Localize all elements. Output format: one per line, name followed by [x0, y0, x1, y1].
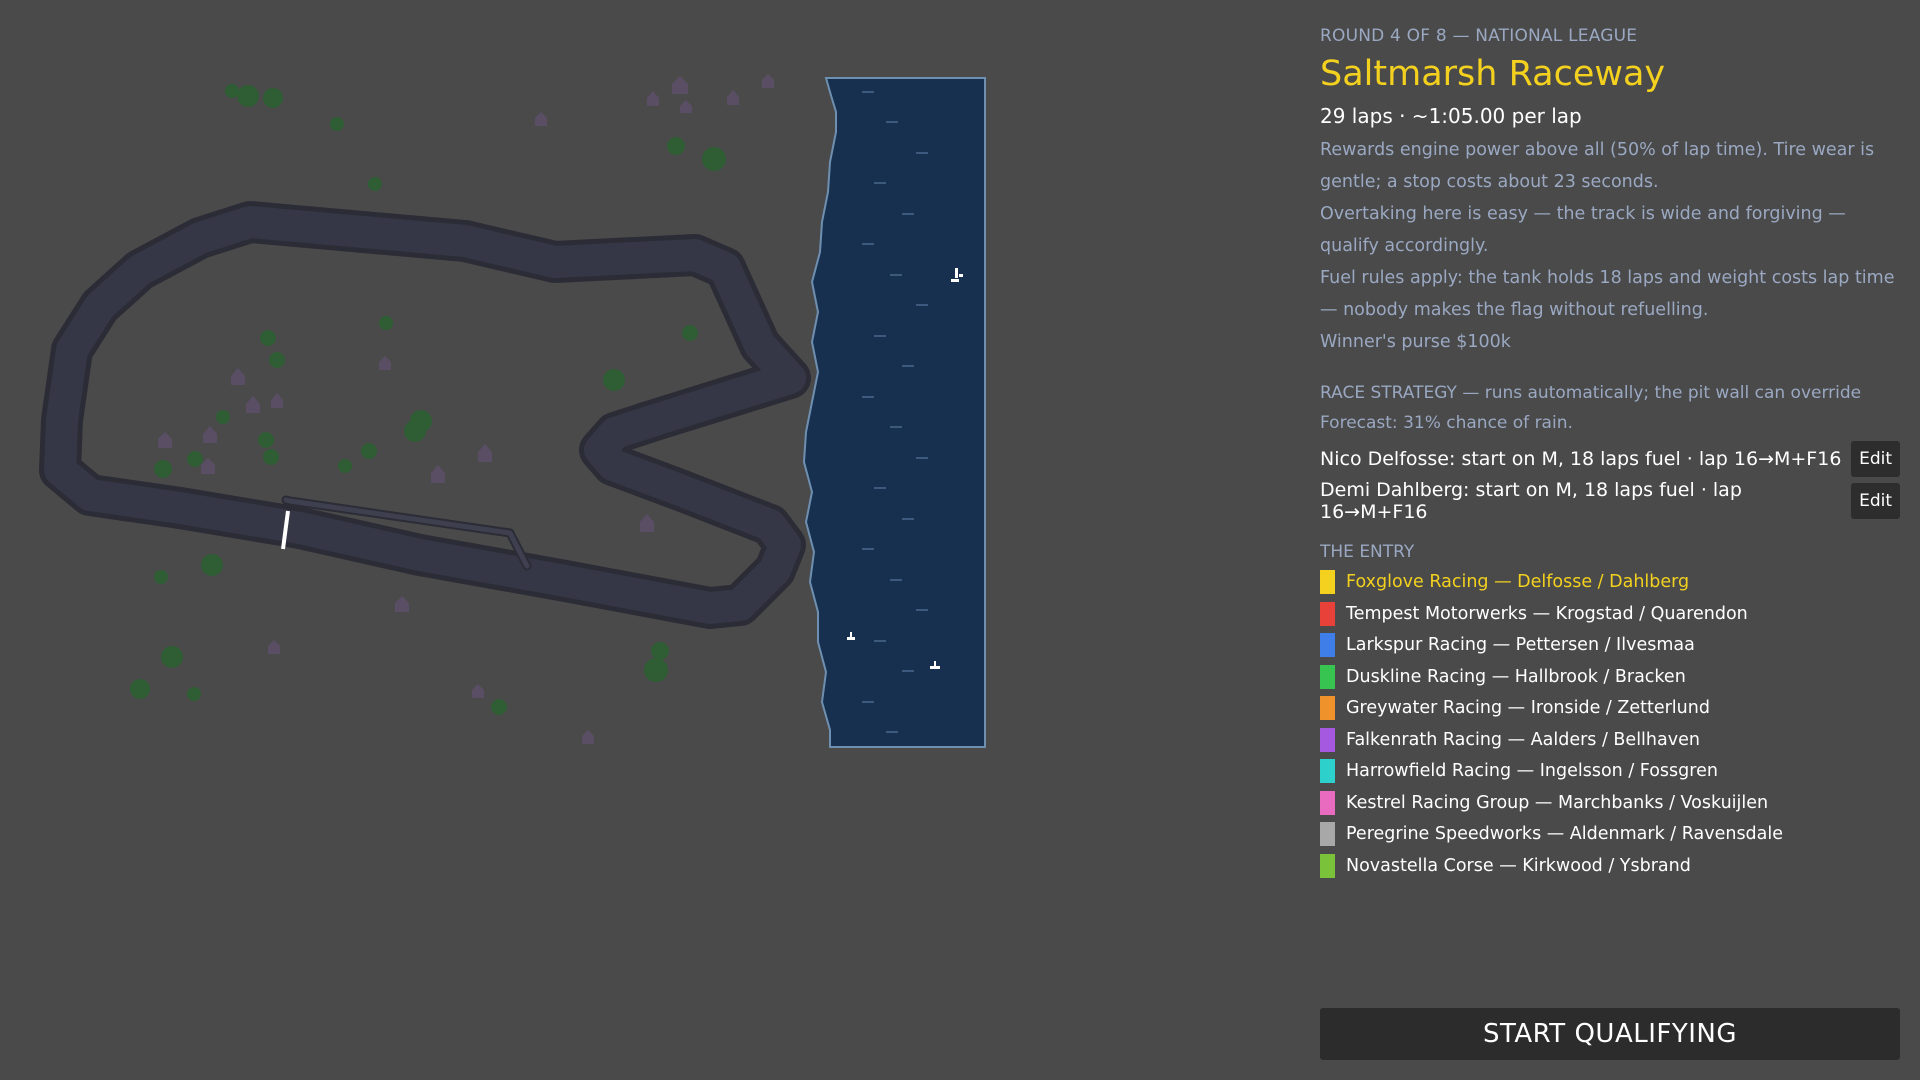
description-line: Fuel rules apply: the tank holds 18 laps…: [1320, 268, 1895, 321]
team-color-swatch: [1320, 696, 1335, 720]
track-map: [39, 74, 986, 748]
driver-strategy-text: Demi Dahlberg: start on M, 18 laps fuel …: [1320, 479, 1742, 524]
strategy-section: RACE STRATEGY — runs automatically; the …: [1320, 378, 1900, 438]
entry-row: Novastella Corse — Kirkwood / Ysbrand: [1320, 850, 1900, 882]
team-entry-text: Foxglove Racing — Delfosse / Dahlberg: [1346, 572, 1690, 592]
team-entry-text: Peregrine Speedworks — Aldenmark / Raven…: [1346, 824, 1784, 844]
entry-row: Kestrel Racing Group — Marchbanks / Vosk…: [1320, 787, 1900, 819]
race-preview-screen: ROUND 4 OF 8 — NATIONAL LEAGUE Saltmarsh…: [0, 0, 1920, 1080]
entry-row: Peregrine Speedworks — Aldenmark / Raven…: [1320, 818, 1900, 850]
start-qualifying-button[interactable]: START QUALIFYING: [1320, 1008, 1900, 1060]
team-entry-text: Tempest Motorwerks — Krogstad / Quarendo…: [1346, 603, 1748, 624]
team-entry-text: Kestrel Racing Group — Marchbanks / Vosk…: [1346, 792, 1769, 813]
team-entry-text: Falkenrath Racing — Aalders / Bellhaven: [1346, 729, 1700, 750]
driver-strategy-text: Nico Delfosse: start on M, 18 laps fuel …: [1320, 448, 1842, 471]
team-color-swatch: [1320, 601, 1335, 626]
entry-row: Duskline Racing — Hallbrook / Bracken: [1320, 661, 1900, 693]
team-entry-text: Greywater Racing — Ironside / Zetterlund: [1346, 698, 1710, 718]
track-description: Rewards engine power above all (50% of l…: [1320, 134, 1900, 358]
edit-strategy-button[interactable]: Edit: [1851, 483, 1900, 520]
team-entry-text: Harrowfield Racing — Ingelsson / Fossgre…: [1346, 761, 1718, 781]
description-line: Overtaking here is easy — the track is w…: [1320, 204, 1846, 257]
river: [802, 77, 986, 748]
round-label: ROUND 4 OF 8 — NATIONAL LEAGUE: [1320, 26, 1638, 46]
team-color-swatch: [1320, 570, 1335, 594]
trees: [130, 84, 726, 715]
entry-row: Foxglove Racing — Delfosse / Dahlberg: [1320, 566, 1900, 598]
team-color-swatch: [1320, 727, 1335, 752]
driver-strategy-row: Demi Dahlberg: start on M, 18 laps fuel …: [1320, 479, 1900, 524]
purse-line: Winner's purse $100k: [1320, 332, 1511, 353]
team-color-swatch: [1320, 822, 1335, 846]
track-title: Saltmarsh Raceway: [1320, 54, 1666, 94]
forecast-text: Forecast: 31% chance of rain.: [1320, 413, 1573, 434]
driver-strategy-row: Nico Delfosse: start on M, 18 laps fuel …: [1320, 438, 1900, 480]
entry-row: Larkspur Racing — Pettersen / Ilvesmaa: [1320, 629, 1900, 661]
team-color-swatch: [1320, 759, 1335, 783]
entry-row: Tempest Motorwerks — Krogstad / Quarendo…: [1320, 598, 1900, 630]
entry-list: Foxglove Racing — Delfosse / Dahlberg Te…: [1320, 566, 1900, 881]
entry-row: Harrowfield Racing — Ingelsson / Fossgre…: [1320, 755, 1900, 787]
team-color-swatch: [1320, 790, 1335, 815]
team-color-swatch: [1320, 853, 1335, 878]
description-line: Rewards engine power above all (50% of l…: [1320, 140, 1875, 193]
team-entry-text: Duskline Racing — Hallbrook / Bracken: [1346, 666, 1686, 687]
entry-row: Falkenrath Racing — Aalders / Bellhaven: [1320, 724, 1900, 756]
team-entry-text: Larkspur Racing — Pettersen / Ilvesmaa: [1346, 635, 1695, 655]
race-info-panel: ROUND 4 OF 8 — NATIONAL LEAGUE Saltmarsh…: [1320, 22, 1900, 1062]
team-entry-text: Novastella Corse — Kirkwood / Ysbrand: [1346, 855, 1691, 876]
edit-strategy-button[interactable]: Edit: [1851, 441, 1900, 478]
race-summary: 29 laps · ~1:05.00 per lap: [1320, 104, 1582, 129]
team-color-swatch: [1320, 664, 1335, 689]
entry-header: THE ENTRY: [1320, 542, 1415, 563]
strategy-header: RACE STRATEGY — runs automatically; the …: [1320, 383, 1862, 404]
entry-row: Greywater Racing — Ironside / Zetterlund: [1320, 692, 1900, 724]
team-color-swatch: [1320, 633, 1335, 657]
